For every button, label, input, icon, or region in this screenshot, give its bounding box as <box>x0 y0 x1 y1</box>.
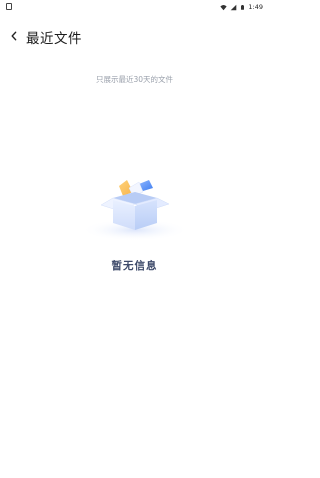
status-right: 1:49 <box>220 3 263 11</box>
header: 最近文件 <box>0 22 269 50</box>
signal-icon <box>231 4 237 10</box>
status-time: 1:49 <box>248 3 263 11</box>
back-button[interactable] <box>4 26 24 46</box>
status-bar: 1:49 <box>0 0 269 14</box>
page-title: 最近文件 <box>26 31 82 47</box>
battery-icon <box>241 4 245 10</box>
retention-notice: 只展示最近30天的文件 <box>95 75 174 84</box>
recent-files-screen: 1:49 最近文件 只展示最近30天的文件 暂无信息 <box>0 0 269 478</box>
open-box-illustration <box>81 180 189 241</box>
chevron-left-icon <box>11 31 17 41</box>
wifi-icon <box>220 4 228 10</box>
empty-state-message: 暂无信息 <box>111 260 158 272</box>
status-left <box>6 3 12 12</box>
sim-card-icon <box>6 3 12 10</box>
